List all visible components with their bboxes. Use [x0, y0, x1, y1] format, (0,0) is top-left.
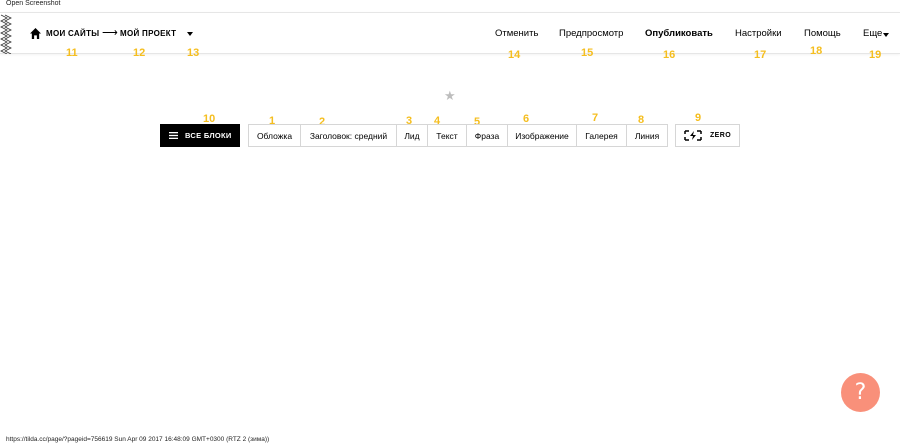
annotation-number: 11 — [66, 47, 78, 59]
annotation-number: 16 — [663, 49, 676, 61]
menu-icon — [169, 132, 178, 139]
cancel-link[interactable]: Отменить — [495, 28, 538, 39]
zero-block-button[interactable]: ZERO — [675, 124, 740, 147]
annotation-number: 17 — [754, 49, 767, 61]
tab-heading-medium[interactable]: Заголовок: средний — [301, 125, 397, 146]
tab-image[interactable]: Изображение — [508, 125, 577, 146]
star-icon: ★ — [444, 88, 456, 103]
annotation-number: 14 — [508, 49, 521, 61]
all-blocks-label: ВСЕ БЛОКИ — [185, 131, 232, 140]
zigzag-logo-icon — [0, 14, 12, 54]
open-screenshot-caption: Open Screenshot — [6, 0, 61, 7]
status-bar-url: https://tilda.cc/page/?pageid=756619 Sun… — [6, 436, 270, 443]
tab-line[interactable]: Линия — [627, 125, 667, 146]
annotation-number: 9 — [695, 112, 702, 124]
breadcrumb-arrow-icon: ⟶ — [102, 27, 118, 39]
preview-link[interactable]: Предпросмотр — [559, 28, 623, 39]
home-icon[interactable] — [30, 28, 41, 39]
help-link[interactable]: Помощь — [804, 28, 841, 39]
all-blocks-button[interactable]: ВСЕ БЛОКИ — [160, 124, 240, 147]
tab-lead[interactable]: Лид — [397, 125, 428, 146]
zero-block-icon — [684, 130, 702, 141]
tab-phrase[interactable]: Фраза — [467, 125, 508, 146]
tab-gallery[interactable]: Галерея — [577, 125, 627, 146]
chevron-down-icon[interactable] — [187, 32, 193, 36]
zero-label: ZERO — [710, 132, 732, 139]
annotation-number: 15 — [581, 47, 594, 59]
breadcrumb-my-sites[interactable]: МОИ САЙТЫ — [46, 29, 99, 38]
publish-link[interactable]: Опубликовать — [645, 28, 713, 39]
tab-cover[interactable]: Обложка — [249, 125, 301, 146]
tab-text[interactable]: Текст — [428, 125, 467, 146]
settings-link[interactable]: Настройки — [735, 28, 782, 39]
annotation-number: 7 — [592, 112, 599, 124]
help-chat-button[interactable]: ? — [841, 373, 880, 412]
block-type-tabs: Обложка Заголовок: средний Лид Текст Фра… — [248, 124, 668, 147]
annotation-number: 19 — [869, 49, 882, 61]
annotation-number: 12 — [133, 47, 146, 59]
annotation-number: 18 — [810, 45, 823, 57]
annotation-number: 13 — [187, 47, 200, 59]
breadcrumb-my-project[interactable]: МОЙ ПРОЕКТ — [120, 29, 176, 38]
more-menu[interactable]: Еще — [863, 28, 882, 39]
chevron-down-icon[interactable] — [883, 33, 889, 37]
